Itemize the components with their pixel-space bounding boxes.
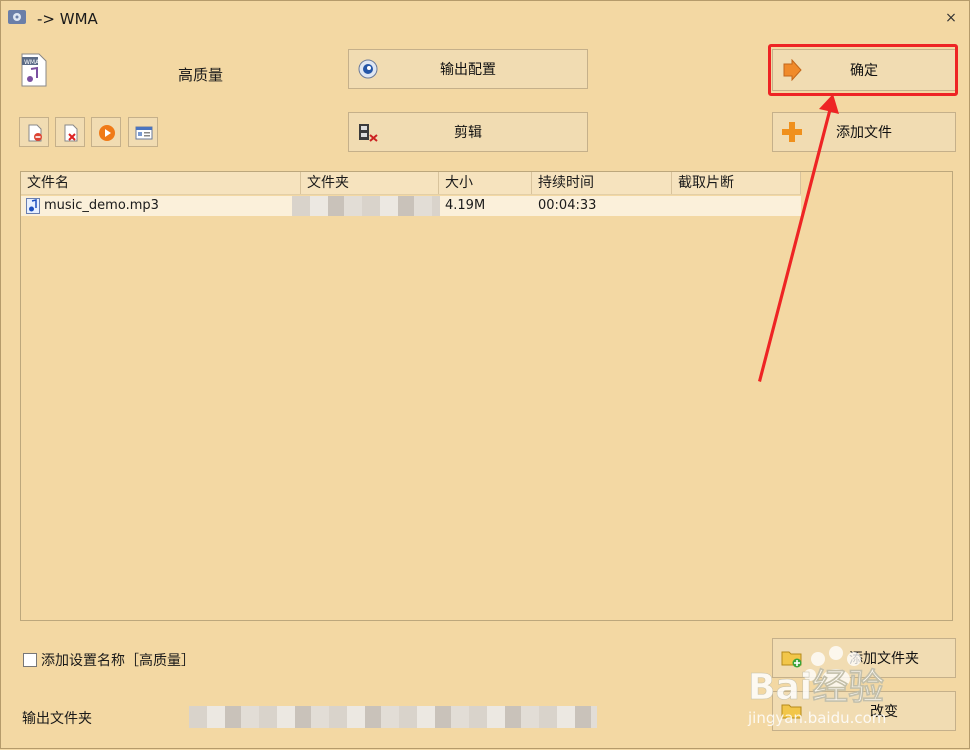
baidu-watermark-logo: Bai经验 jingyan.baidu.com	[747, 646, 886, 727]
watermark-brand: Bai经验	[748, 667, 884, 708]
converter-window: -> WMA × WMA 高质量 输出配置 剪辑 确定 添加文件 文件名 文件夹…	[0, 0, 970, 749]
watermark-url: jingyan.baidu.com	[747, 709, 886, 727]
annotation-arrow	[758, 94, 839, 382]
